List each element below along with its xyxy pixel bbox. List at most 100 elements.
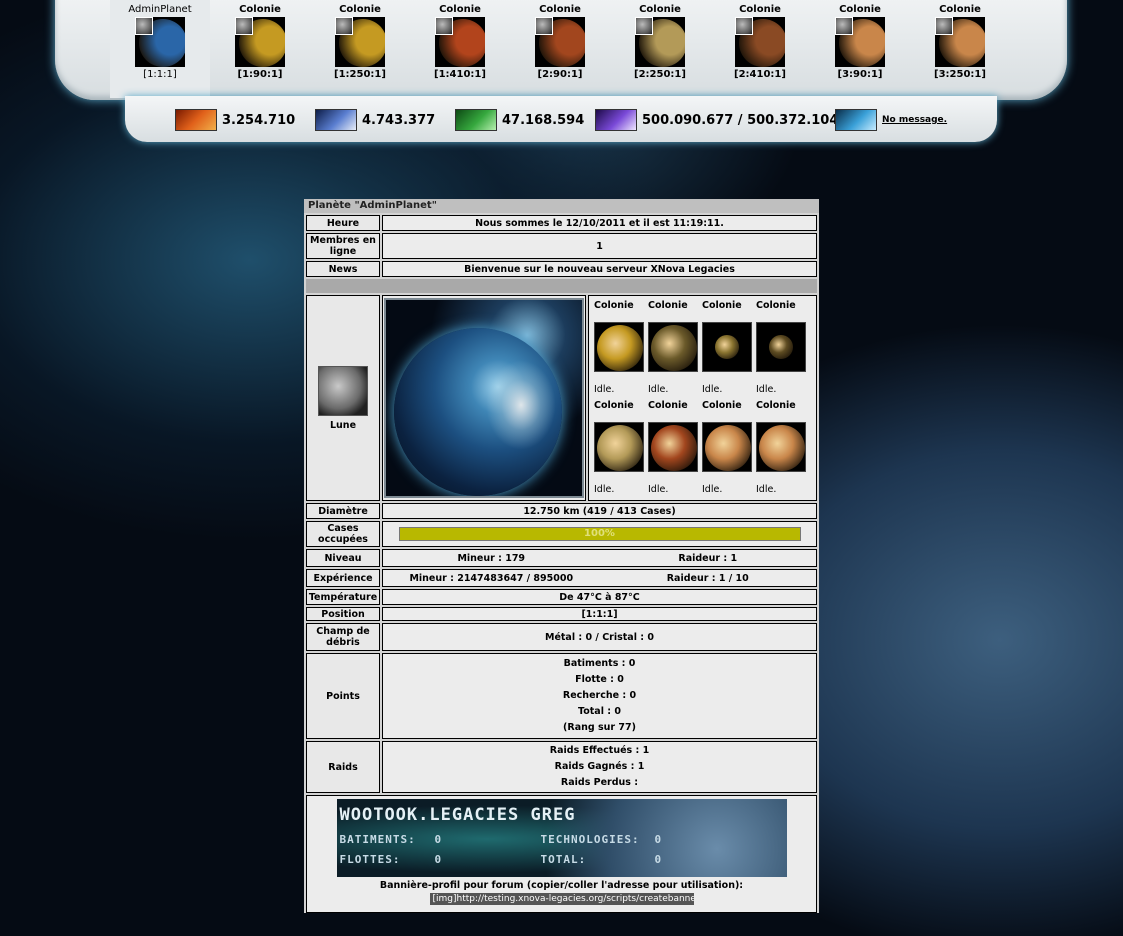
planet-thumbnail[interactable] (135, 17, 185, 67)
banner-batiments: BATIMENTS: (339, 833, 416, 846)
news-label: News (306, 261, 380, 277)
planet-item[interactable]: AdminPlanet [1:1:1] (110, 0, 210, 98)
temperature-label: Température (306, 589, 380, 605)
colony-cell[interactable]: Colonie Idle. (756, 399, 810, 499)
colony-orb (597, 425, 643, 471)
banner-batiments-value: 0 (434, 833, 443, 846)
niveau-label: Niveau (306, 549, 380, 567)
niveau-value: Mineur : 179 Raideur : 1 (382, 549, 817, 567)
planet-thumbnail[interactable] (235, 17, 285, 67)
banner-caption: Bannière-profil pour forum (copier/colle… (379, 880, 744, 891)
colony-image[interactable] (756, 422, 806, 472)
planet-item[interactable]: Colonie [2:90:1] (510, 0, 610, 98)
colony-cell[interactable]: Colonie Idle. (594, 399, 648, 499)
colony-cell[interactable]: Colonie Idle. (648, 399, 702, 499)
colonies-grid: Colonie Idle. Colonie Idle. Colonie Idle. Colo… (588, 295, 817, 501)
planet-thumbnail[interactable] (635, 17, 685, 67)
colony-cell[interactable]: Colonie Idle. (648, 299, 702, 399)
planet-coords: [1:250:1] (334, 69, 386, 80)
colony-cell[interactable]: Colonie Idle. (594, 299, 648, 399)
colony-image[interactable] (648, 422, 698, 472)
row-banner: WOOTOOK.LEGACIES GREG BATIMENTS: 0 TECHN… (304, 795, 819, 913)
colony-name: Colonie (702, 400, 742, 411)
moon-cell[interactable]: Lune (306, 295, 380, 501)
debris-value: Métal : 0 / Cristal : 0 (382, 623, 817, 651)
planet-thumbnail[interactable] (435, 17, 485, 67)
planet-thumbnail[interactable] (935, 17, 985, 67)
banner-total-value: 0 (654, 853, 663, 866)
colony-image[interactable] (702, 322, 752, 372)
planet-coords: [2:410:1] (734, 69, 786, 80)
colony-image[interactable] (594, 322, 644, 372)
moon-image[interactable] (318, 365, 368, 416)
colony-image[interactable] (648, 322, 698, 372)
planet-item[interactable]: Colonie [3:250:1] (910, 0, 1010, 98)
colony-image[interactable] (594, 422, 644, 472)
crystal-icon (315, 109, 357, 131)
position-label: Position (306, 607, 380, 621)
colony-name: Colonie (648, 300, 688, 311)
planet-item[interactable]: Colonie [3:90:1] (810, 0, 910, 98)
planet-name: Colonie (939, 4, 981, 15)
energy-resource: 500.090.677 / 500.372.104 (595, 109, 838, 131)
experience-raideur: Raideur : 1 / 10 (666, 572, 749, 584)
colony-cell[interactable]: Colonie Idle. (702, 399, 756, 499)
colony-status: Idle. (702, 384, 723, 395)
planet-item[interactable]: Colonie [1:410:1] (410, 0, 510, 98)
overview-title: Planète "AdminPlanet" (304, 199, 819, 213)
planet-item[interactable]: Colonie [1:250:1] (310, 0, 410, 98)
planet-coords: [1:90:1] (237, 69, 283, 80)
planet-thumbnail[interactable] (835, 17, 885, 67)
moon-thumbnail-icon (135, 17, 153, 35)
row-experience: Expérience Mineur : 2147483647 / 895000 … (304, 569, 819, 587)
resource-bar: 3.254.710 4.743.377 47.168.594 500.090.6… (125, 96, 997, 142)
colony-image[interactable] (756, 322, 806, 372)
position-value[interactable]: [1:1:1] (382, 607, 817, 621)
colony-cell[interactable]: Colonie Idle. (702, 299, 756, 399)
banner-technologies-value: 0 (654, 833, 663, 846)
row-niveau: Niveau Mineur : 179 Raideur : 1 (304, 549, 819, 567)
points-total: Total : 0 (578, 706, 621, 717)
moon-thumbnail-icon (235, 17, 253, 35)
metal-icon (175, 109, 217, 131)
colony-orb (705, 425, 751, 471)
no-message-link[interactable]: No message. (882, 115, 947, 125)
planet-thumbnail[interactable] (535, 17, 585, 67)
row-raids: Raids Raids Effectués : 1 Raids Gagnés :… (304, 741, 819, 793)
cases-label: Cases occupées (306, 521, 380, 547)
points-batiments: Batiments : 0 (563, 658, 636, 669)
planet-name: Colonie (639, 4, 681, 15)
moon-thumbnail-icon (335, 17, 353, 35)
banner-title: WOOTOOK.LEGACIES GREG (339, 805, 576, 825)
temperature-value: De 47°C à 87°C (382, 589, 817, 605)
planet-thumbnail[interactable] (735, 17, 785, 67)
planet-name: Colonie (239, 4, 281, 15)
colony-image[interactable] (702, 422, 752, 472)
message-resource: No message. (835, 109, 947, 131)
membres-label: Membres en ligne (306, 233, 380, 259)
colony-cell[interactable]: Colonie Idle. (756, 299, 810, 399)
raids-gagnes: Raids Gagnés : 1 (554, 761, 645, 772)
planet-item[interactable]: Colonie [2:410:1] (710, 0, 810, 98)
colony-status: Idle. (756, 384, 777, 395)
planet-item[interactable]: Colonie [2:250:1] (610, 0, 710, 98)
planet-item[interactable]: Colonie [1:90:1] (210, 0, 310, 98)
heure-label: Heure (306, 215, 380, 231)
planet-thumbnail[interactable] (335, 17, 385, 67)
colony-name: Colonie (594, 400, 634, 411)
message-icon[interactable] (835, 109, 877, 131)
banner-flottes-value: 0 (434, 853, 443, 866)
row-position: Position [1:1:1] (304, 607, 819, 621)
points-rang: (Rang sur 77) (563, 722, 636, 733)
points-value: Batiments : 0 Flotte : 0 Recherche : 0 T… (382, 653, 817, 739)
banner-total: TOTAL: (540, 853, 587, 866)
colony-status: Idle. (594, 384, 615, 395)
colony-status: Idle. (648, 384, 669, 395)
metal-resource: 3.254.710 (175, 109, 295, 131)
banner-url-field[interactable]: [img]http://testing.xnova-legacies.org/s… (429, 893, 694, 905)
planet-name: Colonie (539, 4, 581, 15)
heure-value: Nous sommes le 12/10/2011 et il est 11:1… (382, 215, 817, 231)
deuterium-icon (455, 109, 497, 131)
moon-thumbnail-icon (735, 17, 753, 35)
colony-status: Idle. (756, 484, 777, 495)
